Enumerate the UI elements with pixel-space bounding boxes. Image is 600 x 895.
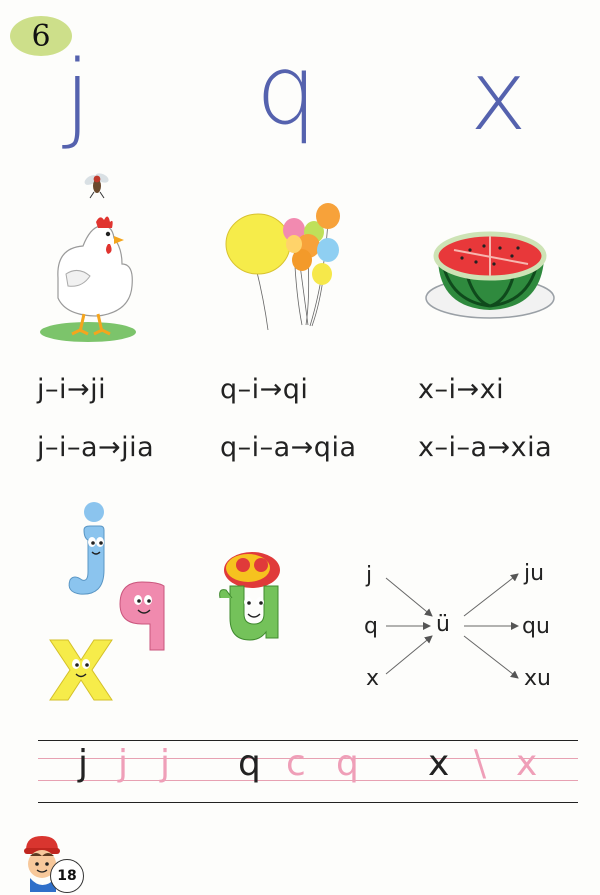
combination-arrows (385, 573, 519, 679)
u-umlaut-character-icon (219, 552, 280, 641)
page-number-text: 18 (57, 868, 77, 884)
spelling-ji: j–i→ji (37, 374, 107, 405)
model-letter-q: q (238, 743, 261, 784)
trace-letter-j-1: j (118, 743, 129, 784)
page-number: 18 (50, 859, 84, 893)
big-letter-q: q (256, 34, 317, 146)
result-qu-label: qu (522, 614, 550, 639)
lesson-number-badge: 6 (10, 16, 72, 56)
big-letter-j: j (64, 40, 91, 152)
initial-q-label: q (364, 614, 378, 639)
spelling-qi: q–i→qi (220, 374, 309, 405)
spelling-xia: x–i–a→xia (418, 432, 553, 463)
trace-letter-q-1: c (286, 743, 306, 784)
letter-j-character-icon (68, 502, 105, 595)
initial-x-label: x (366, 666, 380, 691)
fly-icon (84, 173, 109, 199)
spelling-qia: q–i–a→qia (220, 432, 357, 463)
watermelon-icon (425, 231, 555, 319)
result-ju-label: ju (524, 561, 545, 586)
vowel-u-umlaut-label: ü (436, 612, 450, 637)
hen-icon (40, 216, 136, 342)
model-letter-x: x (428, 743, 450, 784)
initial-j-label: j (366, 563, 373, 588)
model-letter-j: j (78, 743, 89, 784)
lesson-number: 6 (31, 18, 51, 54)
trace-letter-x-2: x (516, 743, 538, 784)
letter-x-character-icon (49, 639, 113, 701)
trace-letter-q-2: q (336, 743, 359, 784)
big-letter-x: x (470, 40, 527, 152)
spelling-xi: x–i→xi (418, 374, 505, 405)
letter-q-character-icon (119, 581, 165, 651)
balloons-icon (225, 203, 340, 331)
spelling-jia: j–i–a→jia (37, 432, 155, 463)
result-xu-label: xu (524, 666, 551, 691)
trace-letter-x-1: \ (474, 743, 487, 784)
trace-letter-j-2: j (160, 743, 171, 784)
